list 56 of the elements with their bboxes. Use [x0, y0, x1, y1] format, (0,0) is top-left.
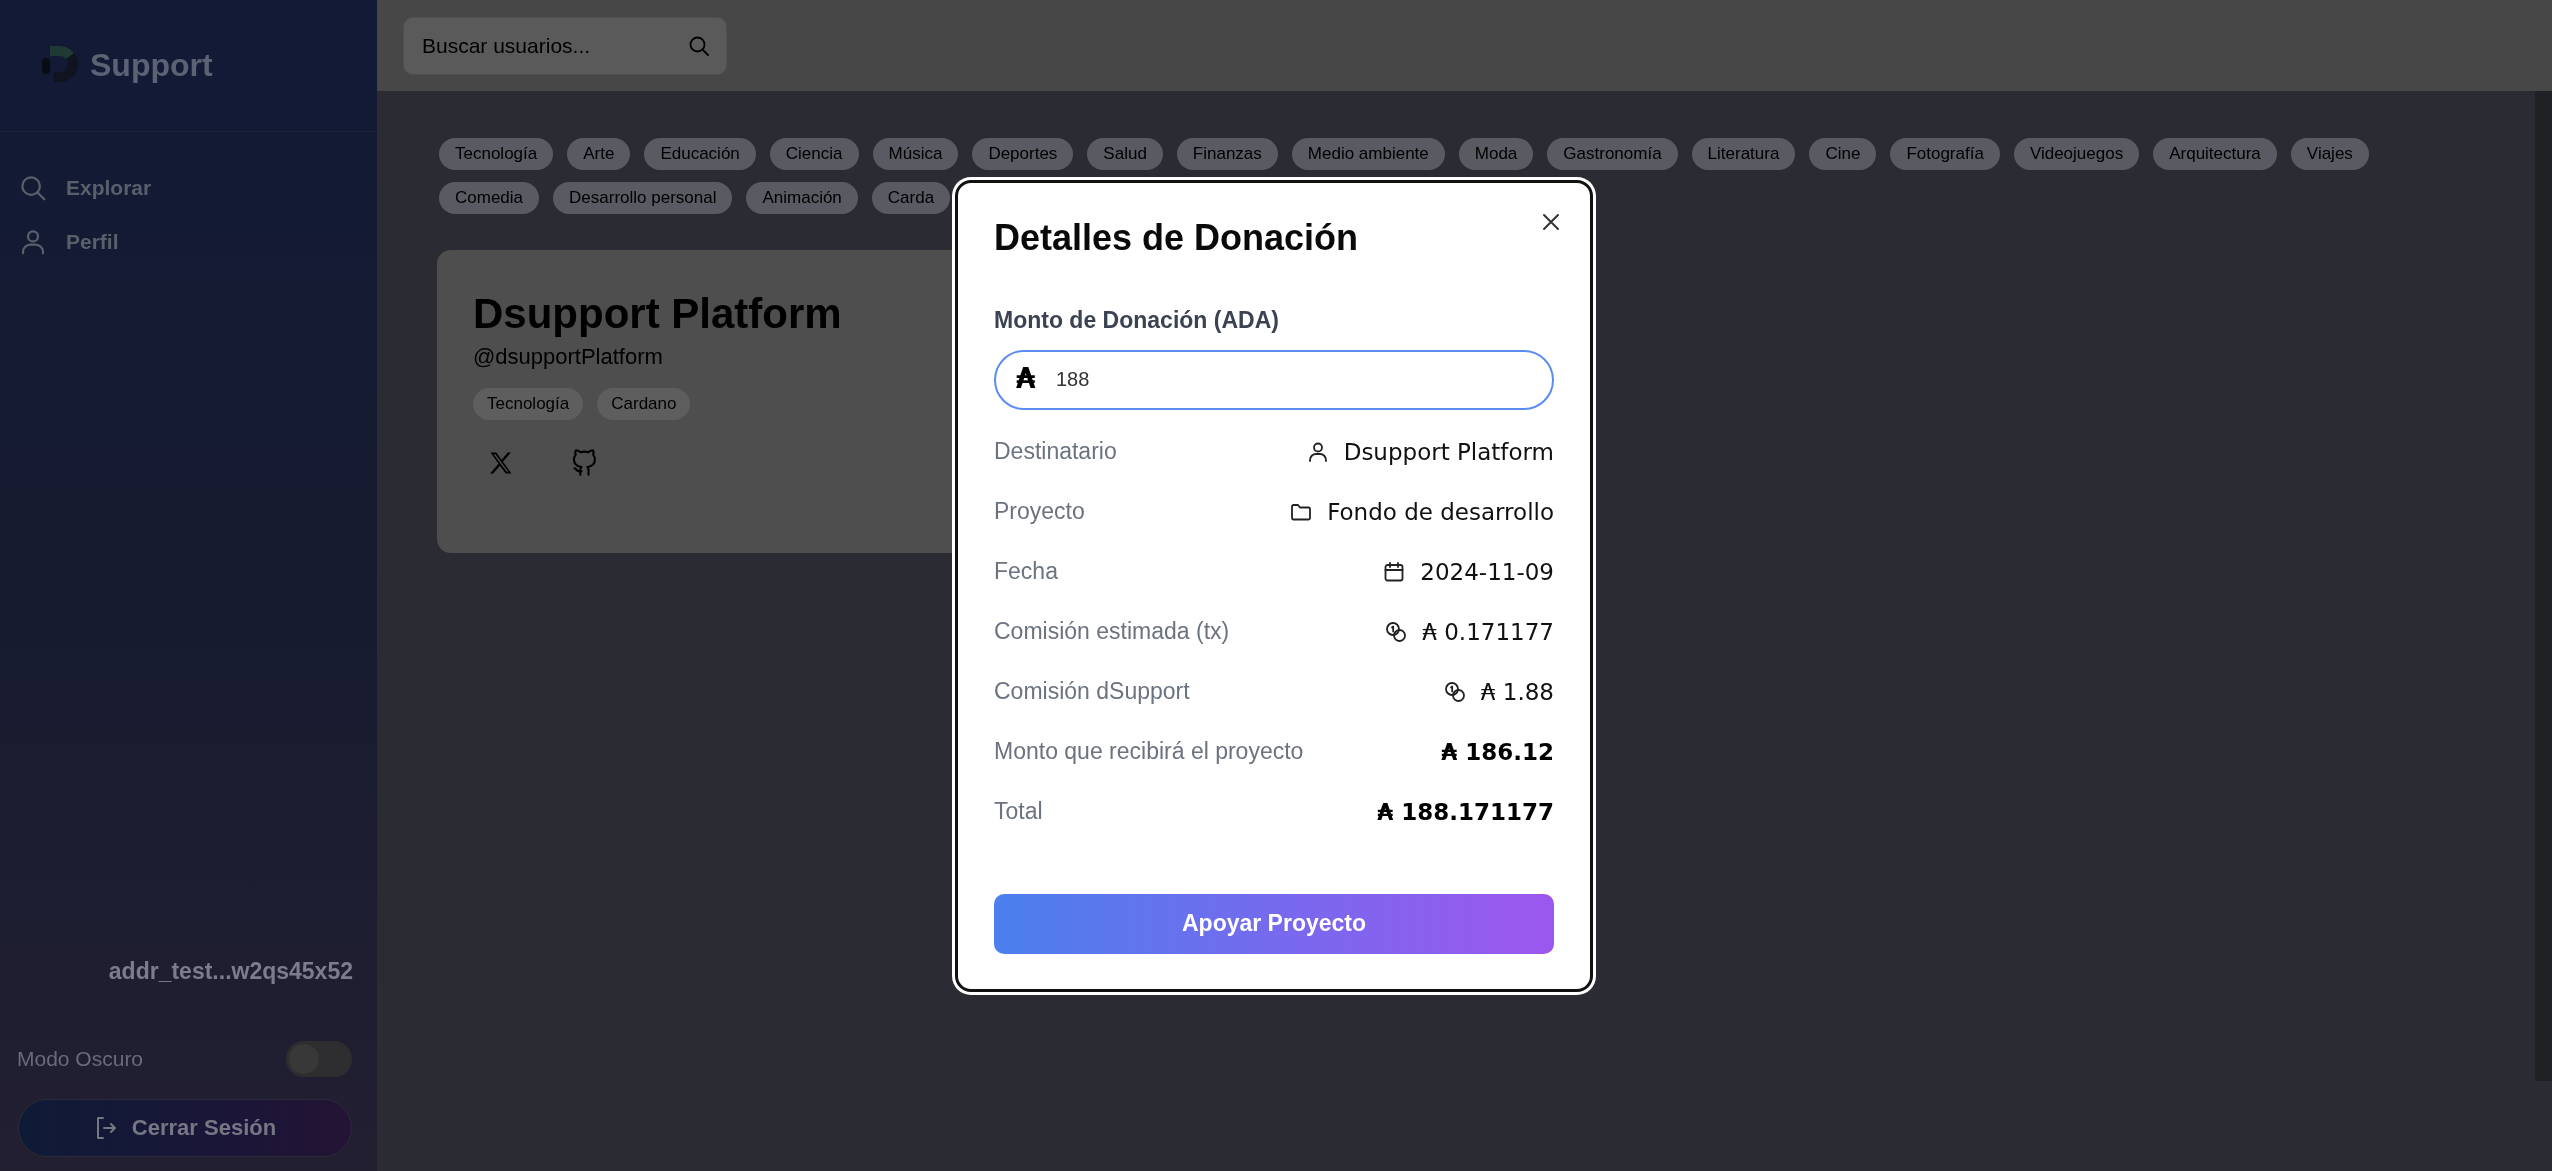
detail-label: Destinatario [994, 438, 1117, 465]
support-project-button[interactable]: Apoyar Proyecto [994, 893, 1554, 954]
category-tag[interactable]: Desarrollo personal [553, 182, 733, 214]
nav-item[interactable]: Explorar [0, 172, 158, 204]
detail-value: ₳ 0.171177 [1422, 618, 1554, 645]
detail-label: Monto que recibirá el proyecto [994, 738, 1304, 765]
profile-tag: Tecnología [473, 388, 584, 420]
detail-label: Total [994, 798, 1043, 825]
category-tag[interactable]: Gastronomía [1547, 138, 1678, 170]
category-tag[interactable]: Fotografía [1890, 138, 2000, 170]
detail-value: 2024-11-09 [1420, 558, 1554, 585]
category-tag[interactable]: Salud [1087, 138, 1163, 170]
scrollbar[interactable] [2535, 91, 2552, 1081]
category-tag[interactable]: Viajes [2290, 138, 2369, 170]
detail-label: Proyecto [994, 498, 1085, 525]
nav-item[interactable]: Perfil [0, 226, 125, 258]
wallet-address: addr_test...w2qs45x52 [108, 958, 353, 985]
dark-mode-toggle[interactable] [286, 1041, 352, 1077]
dark-mode-label: Modo Oscuro [17, 1047, 144, 1071]
detail-value: ₳ 188.171177 [1377, 798, 1554, 825]
category-tag[interactable]: Arte [567, 138, 631, 170]
category-tag[interactable]: Animación [746, 182, 858, 214]
logo-text: Support [90, 47, 213, 84]
category-tag[interactable]: Tecnología [439, 138, 554, 170]
category-tag[interactable]: Literatura [1691, 138, 1796, 170]
detail-label: Comisión dSupport [994, 678, 1190, 705]
category-tag[interactable]: Finanzas [1176, 138, 1278, 170]
dialog-title: Detalles de Donación [994, 216, 1360, 259]
profile-name: Dsupport Platform [473, 290, 842, 338]
coins-icon [1442, 679, 1467, 704]
category-tag[interactable]: Arquitectura [2153, 138, 2277, 170]
detail-value: ₳ 186.12 [1441, 738, 1554, 765]
profile-tag: Cardano [597, 388, 691, 420]
detail-label: Comisión estimada (tx) [994, 618, 1230, 645]
ada-symbol: ₳ [1016, 361, 1036, 396]
category-tag[interactable]: Cine [1809, 138, 1877, 170]
category-tag[interactable]: Deportes [972, 138, 1074, 170]
logout-button[interactable]: Cerrar Sesión [18, 1099, 352, 1157]
category-tag[interactable]: Videojuegos [2013, 138, 2140, 170]
coins-icon [1384, 619, 1409, 644]
category-tag[interactable]: Comedia [439, 182, 540, 214]
category-tag[interactable]: Carda [871, 182, 951, 214]
detail-label: Fecha [994, 558, 1058, 585]
detail-value: Dsupport Platform [1343, 438, 1554, 465]
profile-handle: @dsupportPlatform [473, 344, 663, 370]
detail-value: ₳ 1.88 [1480, 678, 1554, 705]
amount-label: Monto de Donación (ADA) [994, 306, 1280, 334]
category-tag[interactable]: Medio ambiente [1291, 138, 1445, 170]
category-tag[interactable]: Educación [644, 138, 756, 170]
search-icon [18, 173, 48, 203]
category-tag[interactable]: Moda [1458, 138, 1534, 170]
category-tag[interactable]: Música [872, 138, 959, 170]
search-field[interactable]: Buscar usuarios... [403, 16, 727, 75]
github-logo-icon[interactable] [571, 448, 599, 478]
detail-value: Fondo de desarrollo [1327, 498, 1554, 525]
category-tag[interactable]: Ciencia [769, 138, 859, 170]
